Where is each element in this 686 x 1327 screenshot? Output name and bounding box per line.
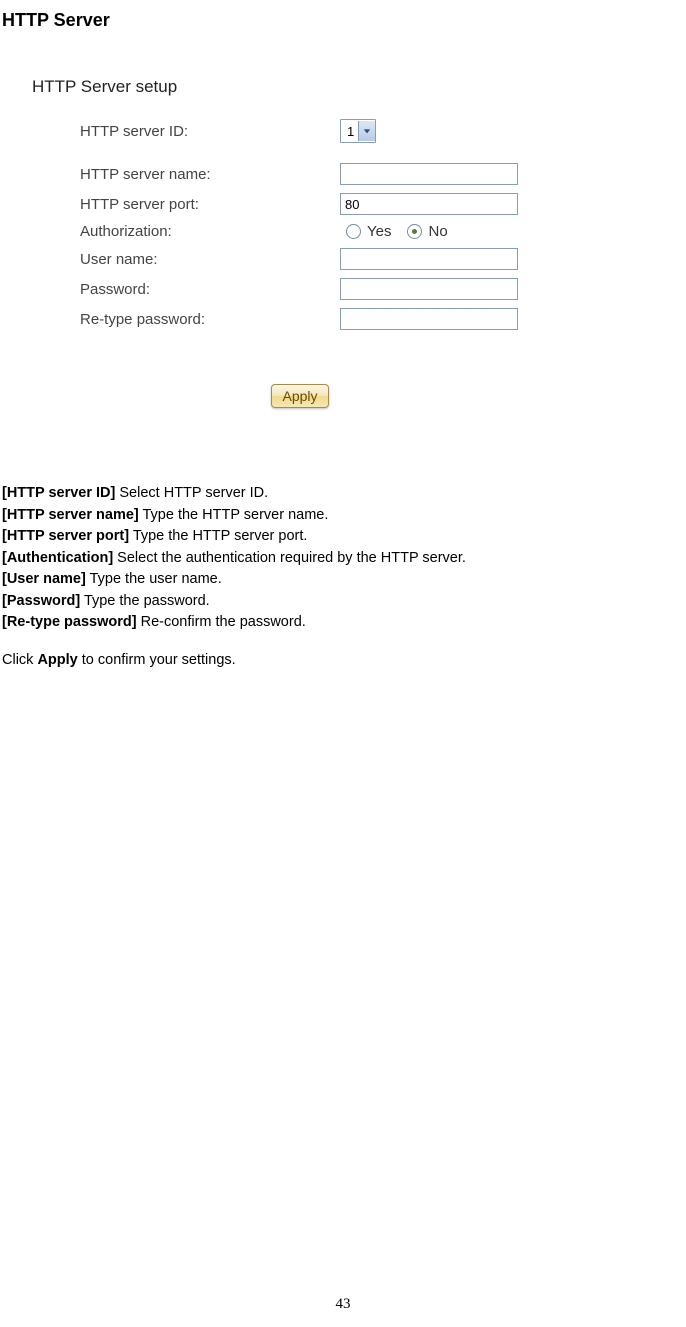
description-block: [HTTP server ID] Select HTTP server ID. …	[2, 484, 686, 671]
desc-8-post: to confirm your settings.	[78, 652, 236, 668]
user-name-input[interactable]	[340, 248, 518, 270]
desc-8-bold: Apply	[37, 652, 77, 668]
page-number: 43	[0, 1296, 686, 1313]
label-server-port: HTTP server port:	[30, 196, 340, 213]
password-input[interactable]	[340, 278, 518, 300]
desc-7-key: [Re-type password]	[2, 614, 137, 630]
desc-6-key: [Password]	[2, 593, 80, 609]
label-server-name: HTTP server name:	[30, 166, 340, 183]
desc-8-pre: Click	[2, 652, 37, 668]
desc-7-text: Re-confirm the password.	[137, 614, 306, 630]
server-name-input[interactable]	[340, 163, 518, 185]
server-id-value: 1	[341, 124, 358, 139]
desc-5-text: Type the user name.	[86, 571, 222, 587]
row-authorization: Authorization: Yes No	[30, 219, 570, 244]
desc-3-key: [HTTP server port]	[2, 528, 129, 544]
auth-no-label: No	[426, 223, 457, 240]
auth-yes-label: Yes	[365, 223, 401, 240]
setup-heading: HTTP Server setup	[30, 71, 570, 115]
row-password: Password:	[30, 274, 570, 304]
page-title: HTTP Server	[2, 10, 686, 31]
label-server-id: HTTP server ID:	[30, 123, 340, 140]
desc-3-text: Type the HTTP server port.	[129, 528, 307, 544]
desc-5-key: [User name]	[2, 571, 86, 587]
desc-2-key: [HTTP server name]	[2, 507, 139, 523]
row-server-name: HTTP server name:	[30, 159, 570, 189]
desc-2-text: Type the HTTP server name.	[139, 507, 329, 523]
desc-6-text: Type the password.	[80, 593, 210, 609]
chevron-down-icon	[358, 121, 375, 141]
label-authorization: Authorization:	[30, 223, 340, 240]
auth-no-radio[interactable]	[407, 224, 422, 239]
label-user-name: User name:	[30, 251, 340, 268]
row-server-id: HTTP server ID: 1	[30, 115, 570, 147]
server-id-select[interactable]: 1	[340, 119, 376, 143]
screenshot-region: HTTP Server setup HTTP server ID: 1 HTTP…	[30, 71, 570, 408]
retype-password-input[interactable]	[340, 308, 518, 330]
desc-4-key: [Authentication]	[2, 550, 113, 566]
label-retype-password: Re-type password:	[30, 311, 340, 328]
row-server-port: HTTP server port:	[30, 189, 570, 219]
desc-1-key: [HTTP server ID]	[2, 485, 115, 501]
row-retype-password: Re-type password:	[30, 304, 570, 334]
desc-1-text: Select HTTP server ID.	[115, 485, 268, 501]
auth-yes-radio[interactable]	[346, 224, 361, 239]
server-port-input[interactable]	[340, 193, 518, 215]
row-user-name: User name:	[30, 244, 570, 274]
label-password: Password:	[30, 281, 340, 298]
apply-button[interactable]: Apply	[271, 384, 328, 408]
desc-4-text: Select the authentication required by th…	[113, 550, 466, 566]
